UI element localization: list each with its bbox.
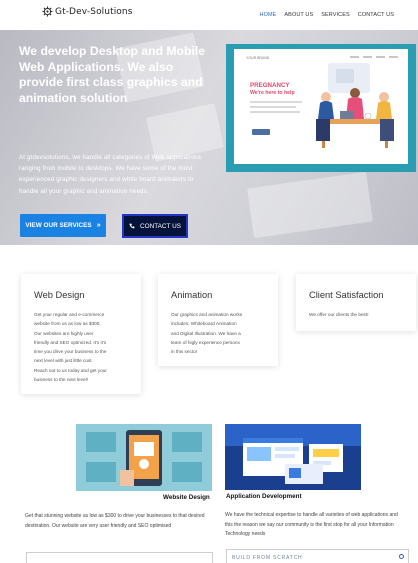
service-card-client-satisfaction: Client Satisfaction We offer our clients… — [296, 274, 416, 331]
build-from-scratch-label: BUILD FROM SCRATCH — [232, 555, 303, 561]
mockup-button — [252, 129, 270, 135]
service-card-title: Web Design — [34, 290, 85, 300]
mockup-heading: PREGNANCY — [250, 82, 290, 89]
service-card-text: Our graphics and animation works include… — [171, 312, 243, 355]
service-card-title: Animation — [171, 290, 213, 300]
website-design-illustration — [76, 424, 212, 491]
site-logo[interactable]: Gt-Dev-Solutions — [42, 6, 133, 17]
mockup-subheading: We're here to help — [250, 90, 295, 96]
mockup-brand: YOUR BRAND — [246, 56, 270, 60]
site-header: Gt-Dev-Solutions HOME ABOUT US SERVICES … — [0, 0, 418, 30]
mockup-text-line — [250, 106, 296, 108]
application-development-image — [225, 424, 361, 490]
contact-us-label: CONTACT US — [140, 222, 181, 230]
logo-text: Gt-Dev-Solutions — [55, 6, 133, 17]
hero-illustration: YOUR BRAND PREGNANCY We're here to help — [226, 44, 416, 172]
phone-icon — [129, 223, 135, 229]
nav-about-us[interactable]: ABOUT US — [284, 12, 313, 18]
service-card-web-design: Web Design Get your regular and e-commer… — [21, 274, 141, 394]
hero-section: We develop Desktop and Mobile Web Applic… — [0, 30, 418, 245]
build-from-scratch-box[interactable]: BUILD FROM SCRATCH — [226, 549, 409, 563]
mockup-text-line — [250, 101, 302, 103]
settings-icon — [399, 554, 404, 559]
logo-gear-icon — [42, 6, 53, 17]
mockup-text-line — [250, 111, 300, 113]
application-development-illustration — [225, 424, 361, 490]
mockup-screen: YOUR BRAND PREGNANCY We're here to help — [234, 49, 408, 164]
hero-description: At gtdevsolutions, we handle all categor… — [19, 154, 202, 195]
website-design-description: Get that stunning website as low as $300… — [25, 513, 205, 529]
view-services-label: VIEW OUR SERVICES — [25, 222, 92, 229]
application-development-caption: Application Development — [226, 493, 302, 500]
contact-us-button[interactable]: CONTACT US — [122, 214, 188, 238]
nav-home[interactable]: HOME — [260, 12, 277, 18]
main-nav: HOME ABOUT US SERVICES CONTACT US — [260, 12, 395, 18]
website-design-box[interactable] — [26, 552, 213, 563]
service-card-text: We offer our clients the best! — [309, 312, 369, 317]
nav-services[interactable]: SERVICES — [321, 12, 350, 18]
people-at-table-illustration — [316, 63, 394, 148]
hero-bg-decoration — [247, 171, 373, 239]
service-card-text: Get your regular and e-commerce website … — [34, 312, 107, 383]
service-card-animation: Animation Our graphics and animation wor… — [158, 274, 278, 366]
application-development-description: We have the technical expertise to handl… — [225, 512, 398, 537]
hero-title: We develop Desktop and Mobile Web Applic… — [19, 44, 206, 105]
service-card-title: Client Satisfaction — [309, 290, 384, 300]
nav-contact-us[interactable]: CONTACT US — [358, 12, 394, 18]
website-design-caption: Website Design — [163, 494, 210, 501]
view-services-button[interactable]: VIEW OUR SERVICES » — [20, 214, 106, 237]
website-design-image — [76, 424, 212, 491]
mockup-nav — [350, 56, 398, 58]
double-chevron-right-icon: » — [96, 222, 101, 229]
